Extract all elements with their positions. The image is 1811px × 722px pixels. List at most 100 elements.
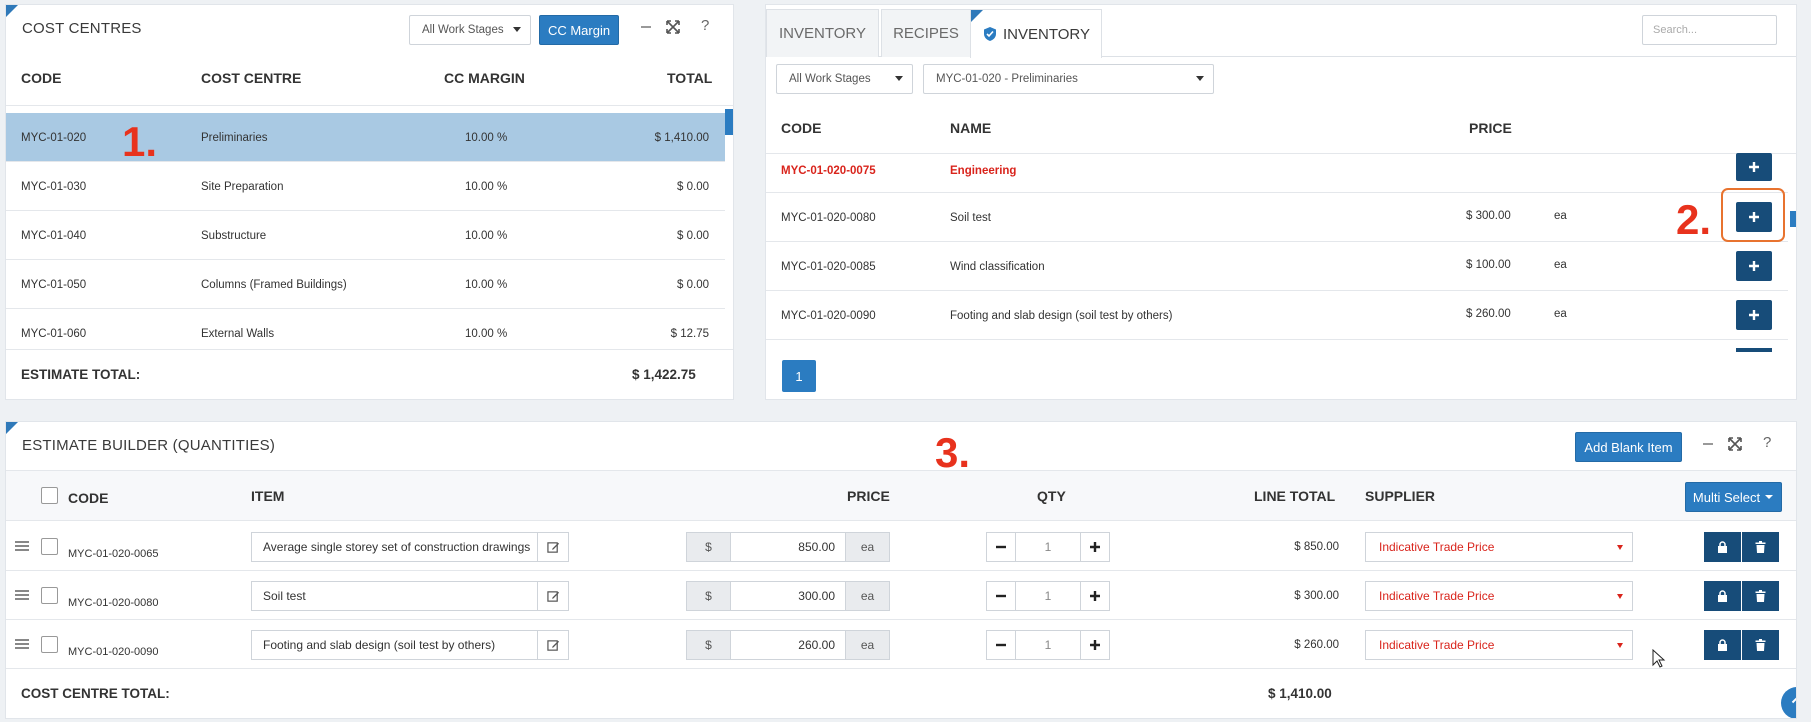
minimize-icon[interactable] (639, 19, 653, 37)
qty-input[interactable]: 1 (1015, 532, 1081, 562)
drag-handle-icon[interactable] (15, 590, 29, 600)
price-input[interactable]: 850.00 (730, 532, 846, 562)
add-item-button[interactable] (1736, 251, 1772, 281)
arrow-up-icon (1791, 697, 1796, 708)
edit-item-button[interactable] (537, 630, 569, 660)
search-input[interactable]: Search... (1642, 15, 1777, 45)
line-total: $ 300.00 (1294, 590, 1339, 602)
help-icon[interactable]: ? (701, 18, 709, 33)
panel-corner-marker (971, 10, 983, 22)
cost-centre-row[interactable] (6, 260, 725, 309)
row-checkbox[interactable] (41, 587, 58, 604)
multi-select-button[interactable]: Multi Select (1685, 482, 1782, 512)
cost-centre-select[interactable]: MYC-01-020 - Preliminaries (923, 64, 1214, 94)
scroll-to-top-button[interactable] (1781, 687, 1796, 718)
row-total: $ 1,410.00 (654, 132, 709, 144)
help-icon[interactable]: ? (1763, 435, 1771, 450)
supplier-select[interactable]: Indicative Trade Price (1365, 532, 1633, 562)
scrollbar-thumb[interactable] (1790, 211, 1796, 227)
row-checkbox[interactable] (41, 636, 58, 653)
item-input[interactable]: Soil test (251, 581, 538, 611)
col-header-code: CODE (21, 70, 62, 86)
inventory-row[interactable] (766, 242, 1788, 291)
page-button-1[interactable]: 1 (782, 360, 816, 392)
cost-centre-row[interactable] (6, 211, 725, 260)
qty-increment-button[interactable] (1080, 630, 1110, 660)
partial-next-button (1736, 348, 1772, 352)
annotation-2: 2. (1676, 196, 1712, 243)
cc-margin-button[interactable]: CC Margin (539, 15, 619, 45)
eb-row-code: MYC-01-020-0080 (68, 597, 159, 609)
eb-col-header-item: ITEM (251, 488, 285, 504)
inventory-row[interactable] (766, 291, 1788, 340)
qty-input[interactable]: 1 (1015, 630, 1081, 660)
plus-icon (1749, 162, 1759, 172)
add-blank-item-button[interactable]: Add Blank Item (1575, 432, 1682, 462)
select-all-checkbox[interactable] (41, 487, 58, 504)
col-header-total: TOTAL (667, 70, 713, 86)
qty-input[interactable]: 1 (1015, 581, 1081, 611)
minimize-icon[interactable] (1701, 436, 1715, 454)
price-input[interactable]: 260.00 (730, 630, 846, 660)
row-name: External Walls (201, 328, 275, 340)
supplier-select[interactable]: Indicative Trade Price (1365, 630, 1633, 660)
chevron-down-icon (513, 27, 521, 32)
price-value: 260.00 (798, 638, 835, 652)
chevron-down-icon (1617, 545, 1623, 550)
row-name: Columns (Framed Buildings) (201, 279, 347, 291)
plus-icon (1749, 310, 1759, 320)
edit-item-button[interactable] (537, 532, 569, 562)
qty-decrement-button[interactable] (986, 532, 1016, 562)
supplier-select[interactable]: Indicative Trade Price (1365, 581, 1633, 611)
scrollbar-thumb[interactable] (725, 109, 733, 135)
cost-centre-row[interactable] (6, 162, 725, 211)
eb-row-code: MYC-01-020-0090 (68, 646, 159, 658)
plus-icon (1090, 542, 1100, 552)
drag-handle-icon[interactable] (15, 541, 29, 551)
qty-value: 1 (1044, 638, 1052, 652)
row-total: $ 0.00 (677, 279, 709, 291)
item-input[interactable]: Footing and slab design (soil test by ot… (251, 630, 538, 660)
lock-button[interactable] (1704, 630, 1741, 660)
add-item-button[interactable] (1736, 202, 1772, 232)
inventory-work-stage-select[interactable]: All Work Stages (776, 64, 913, 94)
work-stage-select-value: All Work Stages (422, 24, 504, 36)
currency-addon: $ (686, 630, 731, 660)
edit-item-button[interactable] (537, 581, 569, 611)
delete-button[interactable] (1742, 532, 1779, 562)
inv-row-unit: ea (1554, 308, 1567, 320)
expand-icon[interactable] (1727, 436, 1743, 456)
tab-inventory[interactable]: INVENTORY (766, 9, 879, 57)
lock-button[interactable] (1704, 581, 1741, 611)
add-item-button[interactable] (1736, 300, 1772, 330)
price-input[interactable]: 300.00 (730, 581, 846, 611)
mouse-cursor-icon (1652, 649, 1666, 668)
delete-button[interactable] (1742, 630, 1779, 660)
qty-decrement-button[interactable] (986, 630, 1016, 660)
delete-button[interactable] (1742, 581, 1779, 611)
plus-icon (1749, 261, 1759, 271)
cost-centre-row[interactable] (6, 309, 725, 349)
eb-col-header-line-total: LINE TOTAL (1254, 488, 1336, 504)
lock-button[interactable] (1704, 532, 1741, 562)
tab-recipes[interactable]: RECIPES (881, 9, 971, 57)
inventory-row[interactable] (766, 154, 1788, 193)
add-item-button[interactable] (1736, 153, 1772, 181)
eb-col-header-supplier: SUPPLIER (1365, 488, 1436, 504)
drag-handle-icon[interactable] (15, 639, 29, 649)
cost-centre-row[interactable] (6, 113, 725, 162)
expand-icon[interactable] (665, 19, 681, 39)
minus-icon (996, 643, 1006, 647)
tab-inventory-active-label: INVENTORY (1003, 25, 1090, 43)
tab-inventory-active[interactable]: INVENTORY (970, 9, 1102, 58)
item-input[interactable]: Average single storey set of constructio… (251, 532, 538, 562)
inventory-row[interactable] (766, 193, 1788, 242)
qty-decrement-button[interactable] (986, 581, 1016, 611)
price-value: 300.00 (798, 589, 835, 603)
qty-increment-button[interactable] (1080, 581, 1110, 611)
eb-col-header-qty: QTY (1037, 488, 1066, 504)
row-checkbox[interactable] (41, 538, 58, 555)
qty-increment-button[interactable] (1080, 532, 1110, 562)
row-code: MYC-01-020 (21, 132, 87, 144)
work-stage-select[interactable]: All Work Stages (409, 15, 531, 45)
